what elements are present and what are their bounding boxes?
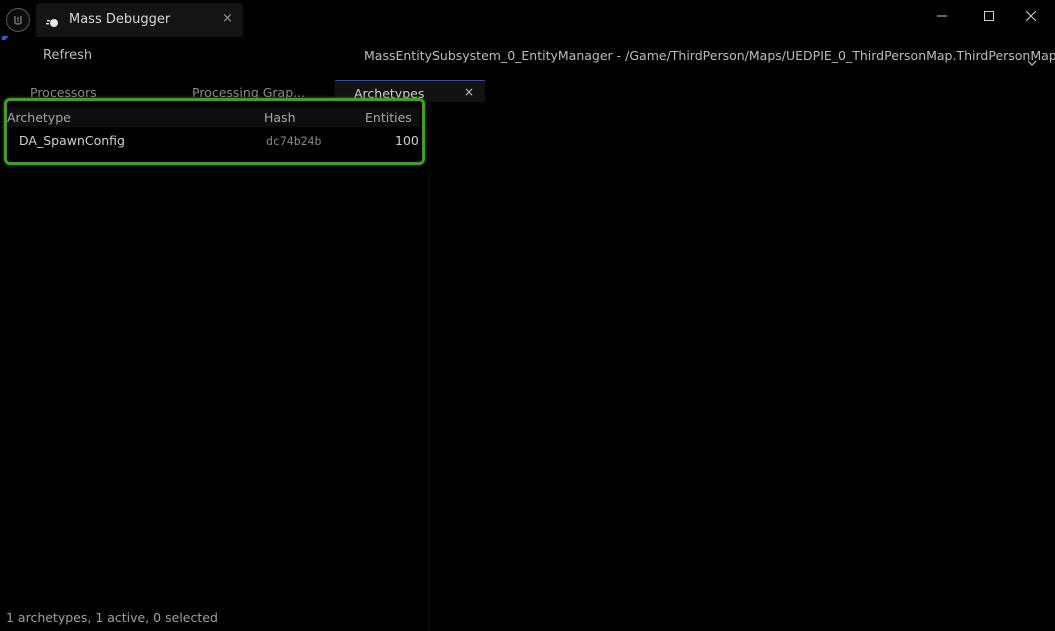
title-bar: Mass Debugger × [0, 0, 1055, 40]
tab-archetypes-label: Archetypes [354, 86, 425, 101]
archetype-name: DA_SpawnConfig [19, 133, 125, 148]
column-header-entities[interactable]: Entities [365, 110, 412, 125]
document-tab-label: Mass Debugger [69, 12, 171, 27]
maximize-button[interactable] [975, 6, 1003, 26]
close-window-button[interactable] [1017, 6, 1045, 26]
document-tab-mass-debugger[interactable]: Mass Debugger × [36, 3, 243, 37]
unreal-logo-icon[interactable] [6, 8, 30, 32]
column-header-archetype[interactable]: Archetype [7, 110, 71, 125]
debugger-tab-bar: Processors Processing Grap... Archetypes… [0, 80, 1055, 102]
chevron-down-icon[interactable] [1027, 52, 1037, 71]
minimize-button[interactable] [928, 6, 956, 26]
table-header: Archetype Hash Entities [4, 107, 420, 127]
close-icon[interactable]: × [464, 85, 474, 99]
close-icon[interactable]: × [222, 11, 233, 26]
toolbar: Refresh MassEntitySubsystem_0_EntityMana… [0, 40, 1055, 72]
tab-archetypes[interactable]: Archetypes × [335, 80, 485, 102]
tab-processing-graph[interactable]: Processing Grap... [192, 85, 305, 100]
maximize-icon [984, 11, 994, 21]
status-bar-text: 1 archetypes, 1 active, 0 selected [6, 610, 218, 625]
minimize-icon [937, 15, 947, 17]
table-row[interactable]: DA_SpawnConfig dc74b24b 100 [4, 129, 420, 151]
archetype-hash: dc74b24b [266, 134, 322, 148]
archetype-details-panel [430, 102, 1055, 631]
environment-select[interactable]: MassEntitySubsystem_0_EntityManager - /G… [364, 48, 1055, 63]
tab-processors[interactable]: Processors [30, 85, 97, 100]
column-header-hash[interactable]: Hash [264, 110, 296, 125]
archetypes-list-panel: Archetype Hash Entities DA_SpawnConfig d… [0, 102, 427, 631]
mass-debugger-window: Mass Debugger × Refresh MassEntitySubsys… [0, 0, 1055, 631]
refresh-button[interactable]: Refresh [43, 48, 92, 63]
archetype-entities: 100 [395, 133, 419, 148]
mass-debugger-icon [46, 14, 60, 27]
close-window-icon [1025, 10, 1037, 22]
